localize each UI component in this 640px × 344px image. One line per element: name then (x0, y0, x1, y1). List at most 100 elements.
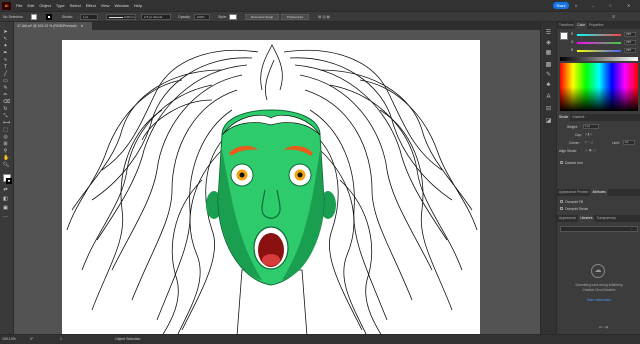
menu-view[interactable]: View (101, 3, 110, 8)
width-tool-icon[interactable]: ⟷ (3, 121, 10, 126)
selection-tool-icon[interactable]: ➤ (3, 30, 8, 35)
mesh-tool-icon[interactable]: ⊞ (3, 142, 8, 147)
minimize-icon[interactable]: – (592, 3, 594, 8)
rotation-view[interactable]: 0° (30, 337, 33, 341)
g-value[interactable]: 255 (624, 40, 636, 45)
scale-tool-icon[interactable]: ⤡ (3, 114, 8, 119)
panel-icon-strip: ☰ ◈ ▦ ▩ ✎ ♣ A ⊟ ◪ (540, 22, 556, 334)
properties-panel-icon[interactable]: ☰ (545, 30, 552, 37)
more-information-link[interactable]: More information (561, 298, 637, 302)
artboard-number[interactable]: 1 (60, 337, 62, 341)
limit-field[interactable]: 10 (623, 140, 635, 145)
eyedropper-tool-icon[interactable]: ⚲ (3, 149, 8, 154)
variable-width-profile[interactable]: Uniform (106, 14, 136, 20)
shape-builder-tool-icon[interactable]: ◎ (3, 135, 8, 140)
dashed-line-checkbox[interactable] (560, 161, 563, 164)
hand-tool-icon[interactable]: ✋ (3, 156, 9, 161)
g-slider[interactable] (577, 42, 621, 44)
opacity-field[interactable]: 100% (194, 14, 210, 20)
menu-object[interactable]: Object (39, 3, 51, 8)
tab-appearance[interactable]: Appearance (557, 215, 578, 222)
brush-definition[interactable]: ● 5 pt. Round (141, 14, 171, 20)
maximize-icon[interactable]: □ (609, 3, 611, 8)
tab-gradient[interactable]: Gradient (570, 114, 586, 121)
free-transform-tool-icon[interactable]: ⬚ (3, 128, 8, 133)
graphic-style-swatch[interactable] (229, 14, 237, 20)
tab-color[interactable]: Color (575, 22, 588, 29)
menu-file[interactable]: File (16, 3, 22, 8)
document-tab[interactable]: 47.Ai6.ai* @ 109.13 % (RGB/Preview) ✕ (14, 22, 92, 30)
screen-mode-icon[interactable]: ▣ (3, 206, 8, 211)
tab-appearance-preview[interactable]: Appearance Preview (557, 189, 590, 196)
preferences-button[interactable]: Preferences (281, 14, 309, 20)
swap-colors-icon[interactable]: ⇄ (3, 188, 8, 193)
menu-select[interactable]: Select (70, 3, 81, 8)
color-fill-swatch[interactable] (560, 32, 568, 40)
line-tool-icon[interactable]: ╱ (3, 72, 8, 77)
menu-help[interactable]: Help (134, 3, 142, 8)
artboard[interactable] (62, 40, 480, 334)
fill-swatch[interactable] (31, 14, 37, 20)
cap-buttons[interactable]: ▯ ▮ ▯ (585, 132, 592, 136)
share-button[interactable]: Share (553, 2, 569, 9)
r-value[interactable]: 255 (624, 32, 636, 37)
pencil-tool-icon[interactable]: ✏ (3, 93, 8, 98)
menu-window[interactable]: Window (114, 3, 128, 8)
align-stroke-label: Align Stroke: (559, 149, 578, 153)
rectangle-tool-icon[interactable]: ▭ (3, 79, 8, 84)
close-tab-icon[interactable]: ✕ (81, 24, 84, 28)
type-tool-icon[interactable]: T (3, 65, 8, 70)
tab-libraries[interactable]: Libraries (578, 215, 595, 222)
swatches-panel-icon[interactable]: ▩ (545, 62, 552, 69)
brushes-panel-icon[interactable]: ✎ (545, 72, 552, 79)
tab-transparency[interactable]: Transparency (594, 215, 617, 222)
tab-properties[interactable]: Properties (587, 22, 606, 29)
menu-effect[interactable]: Effect (86, 3, 96, 8)
layers-panel-icon[interactable]: ◈ (545, 40, 552, 47)
b-slider[interactable] (577, 50, 621, 52)
color-spectrum[interactable] (560, 63, 638, 111)
library-search-input[interactable]: ⌕ (560, 226, 638, 232)
pen-tool-icon[interactable]: ✒ (3, 51, 8, 56)
stroke-weight-field[interactable]: 1 pt (80, 14, 98, 20)
corner-label: Corner: (569, 141, 580, 145)
b-value[interactable]: 255 (624, 48, 636, 53)
align-icons[interactable]: ▤ ▥ ▦ (318, 15, 330, 19)
tab-stroke[interactable]: Stroke (557, 114, 571, 121)
corner-buttons[interactable]: ◸ ◜ ◿ (585, 140, 593, 144)
align-stroke-buttons[interactable]: ▢ ▣ ▢ (585, 148, 596, 152)
canvas-area[interactable] (14, 30, 540, 334)
weight-field[interactable]: 1 pt (583, 124, 599, 129)
more-tools-icon[interactable]: … (3, 214, 8, 219)
draw-mode-icon[interactable]: ◧ (3, 197, 8, 202)
menu-type[interactable]: Type (56, 3, 65, 8)
curvature-tool-icon[interactable]: ∿ (3, 58, 8, 63)
zoom-tool-icon[interactable]: 🔍︎ (3, 163, 9, 168)
align-panel-icon[interactable]: ⊟ (545, 106, 552, 113)
zoom-level[interactable]: 109.13% (2, 337, 16, 341)
close-icon[interactable]: ✕ (627, 3, 630, 8)
libraries-panel-tabs: Appearance Libraries Transparency (557, 215, 640, 222)
stroke-color-icon[interactable] (6, 178, 12, 184)
stroke-swatch[interactable] (46, 14, 52, 20)
tab-transform[interactable]: Transform (557, 22, 575, 29)
direct-selection-tool-icon[interactable]: ↖ (3, 37, 8, 42)
document-setup-button[interactable]: Document Setup (245, 14, 279, 20)
r-slider[interactable] (577, 34, 621, 36)
rotate-tool-icon[interactable]: ↻ (3, 107, 8, 112)
magic-wand-tool-icon[interactable]: ✦ (3, 44, 8, 49)
overprint-fill-checkbox[interactable] (560, 200, 563, 203)
libraries-panel-icon[interactable]: ▦ (545, 50, 552, 57)
type-panel-icon[interactable]: A (545, 94, 552, 101)
pathfinder-panel-icon[interactable]: ◪ (545, 118, 552, 125)
grayscale-ramp[interactable] (560, 57, 638, 61)
paintbrush-tool-icon[interactable]: ✎ (3, 86, 8, 91)
symbols-panel-icon[interactable]: ♣ (545, 82, 552, 89)
menu-edit[interactable]: Edit (27, 3, 34, 8)
panel-menu-icon[interactable]: ☰ (612, 15, 615, 19)
overprint-stroke-checkbox[interactable] (560, 207, 563, 210)
library-footer-icons[interactable]: ⊞ ⌂ ▤ (599, 325, 608, 329)
search-icon[interactable]: ⌕ (575, 3, 577, 8)
eraser-tool-icon[interactable]: ⌫ (3, 100, 10, 105)
tab-attributes[interactable]: Attributes (590, 189, 608, 196)
